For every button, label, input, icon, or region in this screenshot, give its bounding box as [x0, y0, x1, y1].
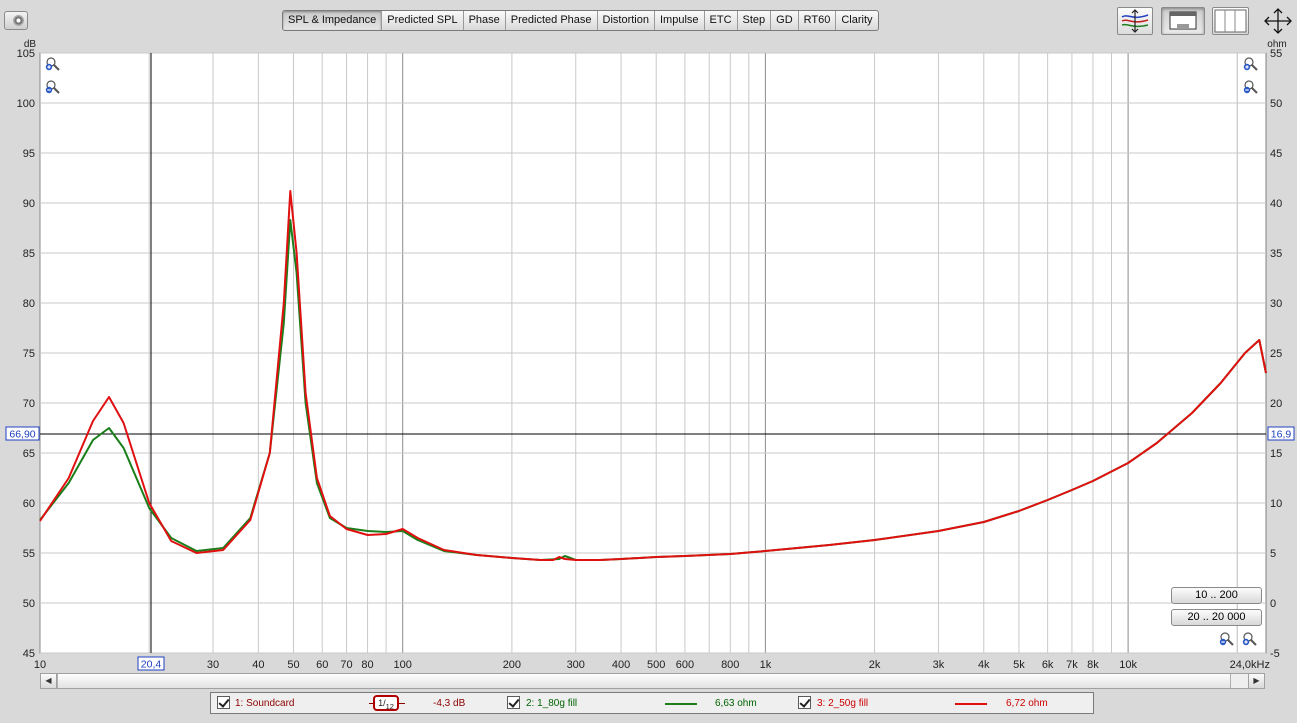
right-tick-label: 35 — [1270, 248, 1282, 260]
right-tick-label: 0 — [1270, 598, 1276, 610]
trace3-swatch — [955, 703, 987, 705]
left-tick-label: 95 — [23, 148, 35, 160]
smoothing-selector[interactable]: 1/12 — [373, 695, 399, 711]
right-tick-label: 45 — [1270, 148, 1282, 160]
right-tick-label: 30 — [1270, 298, 1282, 310]
x-tick-label: 1k — [760, 659, 772, 671]
spl-impedance-chart[interactable]: 1051009590858075706560555045555045403530… — [0, 0, 1297, 718]
scroll-right-arrow-icon[interactable]: ▶ — [1248, 674, 1264, 688]
cursor-x-label: 20,4 — [141, 659, 162, 671]
x-tick-label: 40 — [252, 659, 264, 671]
x-tick-label: 2k — [869, 659, 881, 671]
trace3-checkbox[interactable] — [798, 696, 811, 709]
right-tick-label: 10 — [1270, 498, 1282, 510]
x-tick-label: 4k — [978, 659, 990, 671]
trace1-value: -4,3 dB — [433, 698, 466, 709]
trace1-checkbox[interactable] — [217, 696, 230, 709]
cursor-y-left-label: 66,90 — [9, 429, 35, 441]
x-tick-label: 10 — [34, 659, 46, 671]
left-tick-label: 75 — [23, 348, 35, 360]
right-tick-label: 25 — [1270, 348, 1282, 360]
x-tick-label: 10k — [1119, 659, 1137, 671]
right-tick-label: -5 — [1270, 648, 1280, 660]
scroll-thumb[interactable] — [57, 674, 1231, 688]
left-tick-label: 85 — [23, 248, 35, 260]
horizontal-scrollbar[interactable]: ◀ ▶ — [40, 673, 1265, 689]
x-tick-label: 3k — [933, 659, 945, 671]
x-tick-label: 600 — [676, 659, 694, 671]
range-10-200-button[interactable]: 10 .. 200 — [1171, 587, 1262, 604]
smoothing-numerator: 1 — [378, 698, 384, 708]
right-tick-label: 15 — [1270, 448, 1282, 460]
left-tick-label: 55 — [23, 548, 35, 560]
scroll-left-arrow-icon[interactable]: ◀ — [41, 674, 57, 688]
x-tick-label: 5k — [1013, 659, 1025, 671]
x-tick-label: 6k — [1042, 659, 1054, 671]
left-tick-label: 80 — [23, 298, 35, 310]
x-tick-label: 300 — [567, 659, 585, 671]
left-tick-label: 65 — [23, 448, 35, 460]
left-tick-label: 60 — [23, 498, 35, 510]
x-tick-label: 800 — [721, 659, 739, 671]
x-tick-label: 500 — [647, 659, 665, 671]
x-tick-label: 70 — [340, 659, 352, 671]
x-tick-label: 100 — [394, 659, 412, 671]
range-20-20000-button[interactable]: 20 .. 20 000 — [1171, 609, 1262, 626]
trace2-value: 6,63 ohm — [715, 698, 757, 709]
trace3-value: 6,72 ohm — [1006, 698, 1048, 709]
right-tick-label: 5 — [1270, 548, 1276, 560]
x-tick-label: 200 — [503, 659, 521, 671]
left-tick-label: 50 — [23, 598, 35, 610]
right-unit-label: ohm — [1267, 39, 1286, 50]
trace2-label: 2: 1_80g fill — [526, 698, 578, 709]
smoothing-denominator: 12 — [385, 701, 394, 711]
right-tick-label: 20 — [1270, 398, 1282, 410]
x-tick-label: 8k — [1087, 659, 1099, 671]
trace2-swatch — [665, 703, 697, 705]
trace3-label: 3: 2_50g fill — [817, 698, 869, 709]
trace2-checkbox[interactable] — [507, 696, 520, 709]
x-tick-label: 50 — [287, 659, 299, 671]
x-tick-label: 400 — [612, 659, 630, 671]
left-unit-label: dB — [24, 39, 37, 50]
trace1-label: 1: Soundcard — [235, 698, 295, 709]
cursor-y-right-label: 16,9 — [1271, 429, 1292, 441]
right-tick-label: 40 — [1270, 198, 1282, 210]
x-tick-label: 60 — [316, 659, 328, 671]
left-tick-label: 90 — [23, 198, 35, 210]
x-tick-label: 80 — [361, 659, 373, 671]
x-tick-label: 7k — [1066, 659, 1078, 671]
x-tick-label: 30 — [207, 659, 219, 671]
x-tick-label: 24,0kHz — [1230, 659, 1270, 671]
left-tick-label: 70 — [23, 398, 35, 410]
trace-legend: 1: Soundcard 1/12 -4,3 dB 2: 1_80g fill … — [210, 692, 1094, 714]
left-tick-label: 100 — [17, 98, 35, 110]
right-tick-label: 50 — [1270, 98, 1282, 110]
